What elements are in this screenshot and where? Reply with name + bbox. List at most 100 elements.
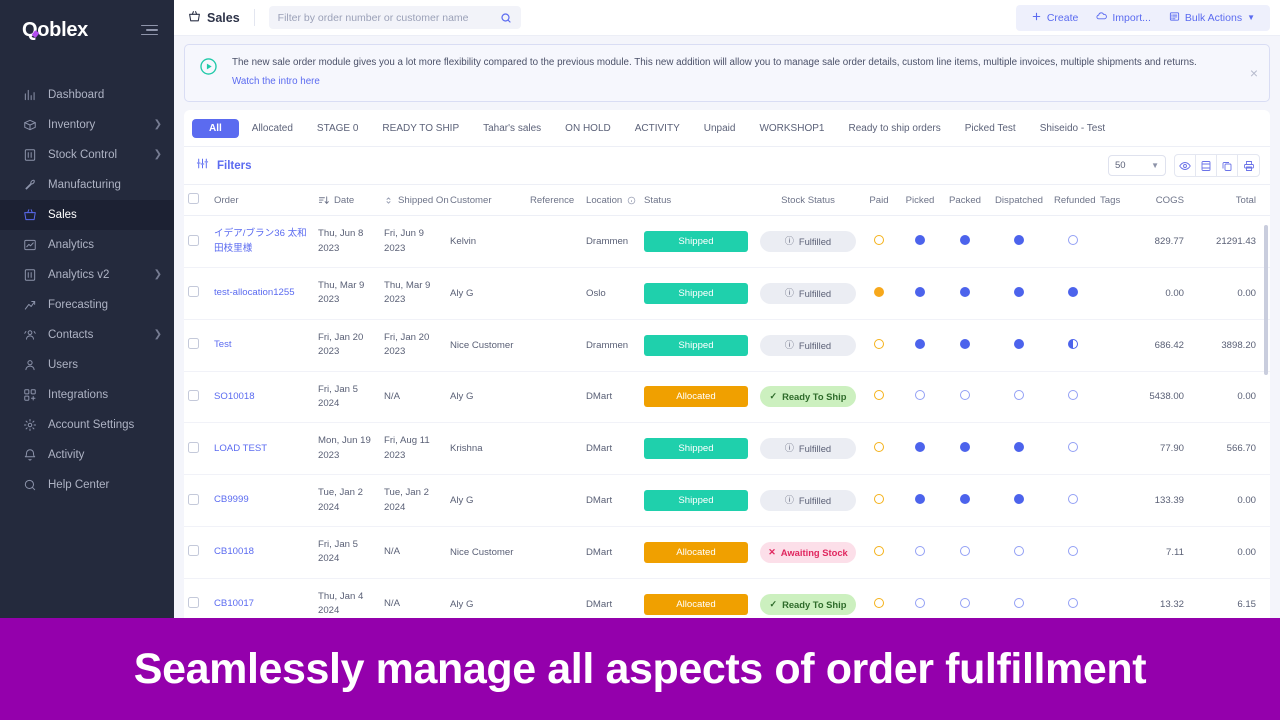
cell-order[interactable]: LOAD TEST: [210, 423, 314, 475]
import-button[interactable]: Import...: [1087, 8, 1160, 28]
tab-allocated[interactable]: Allocated: [241, 119, 304, 138]
cell-stock-status[interactable]: ⓘFulfilled: [756, 475, 860, 527]
columns-icon[interactable]: [1196, 155, 1217, 176]
copy-icon[interactable]: [1217, 155, 1238, 176]
picked-status-dot[interactable]: [915, 494, 925, 504]
cell-status[interactable]: Shipped: [640, 475, 756, 527]
packed-status-dot[interactable]: [960, 287, 970, 297]
status-badge[interactable]: Allocated: [644, 386, 748, 407]
chevron-right-icon[interactable]: ❯: [154, 150, 162, 160]
table-row[interactable]: CB10018Fri, Jan 5 2024N/ANice CustomerDM…: [184, 526, 1270, 578]
cell-packed[interactable]: [942, 423, 988, 475]
chevron-right-icon[interactable]: ❯: [154, 120, 162, 130]
header-customer[interactable]: Customer: [446, 185, 526, 216]
tab-activity[interactable]: ACTIVITY: [624, 119, 691, 138]
picked-status-dot[interactable]: [915, 442, 925, 452]
paid-status-dot[interactable]: [874, 494, 884, 504]
bulk-actions-button[interactable]: Bulk Actions ▼: [1160, 8, 1264, 28]
cell-status[interactable]: Shipped: [640, 319, 756, 371]
header-packed[interactable]: Packed: [942, 185, 988, 216]
cell-dispatched[interactable]: [988, 267, 1050, 319]
cell-packed[interactable]: [942, 371, 988, 423]
sidebar-item-contacts[interactable]: Contacts❯: [0, 320, 174, 350]
tab-workshop1[interactable]: WORKSHOP1: [748, 119, 835, 138]
order-link[interactable]: CB10017: [214, 598, 254, 609]
cell-status[interactable]: Shipped: [640, 216, 756, 268]
paid-status-dot[interactable]: [874, 442, 884, 452]
paid-status-dot[interactable]: [874, 598, 884, 608]
cell-dispatched[interactable]: [988, 475, 1050, 527]
cell-refunded[interactable]: [1050, 319, 1096, 371]
picked-status-dot[interactable]: [915, 598, 925, 608]
tab-stage-0[interactable]: STAGE 0: [306, 119, 370, 138]
refunded-status-dot[interactable]: [1068, 546, 1078, 556]
table-row[interactable]: イデア/ブラン36 太和田枝里様Thu, Jun 8 2023Fri, Jun …: [184, 216, 1270, 268]
cell-refunded[interactable]: [1050, 475, 1096, 527]
sidebar-item-activity[interactable]: Activity: [0, 440, 174, 470]
cell-paid[interactable]: [860, 371, 898, 423]
eye-icon[interactable]: [1175, 155, 1196, 176]
cell-select[interactable]: [184, 475, 210, 527]
picked-status-dot[interactable]: [915, 339, 925, 349]
sort-icon[interactable]: [384, 195, 393, 206]
cell-packed[interactable]: [942, 216, 988, 268]
refunded-status-dot[interactable]: [1068, 598, 1078, 608]
cell-paid[interactable]: [860, 526, 898, 578]
cell-picked[interactable]: [898, 475, 942, 527]
cell-status[interactable]: Shipped: [640, 423, 756, 475]
stock-status-badge[interactable]: ⓘFulfilled: [760, 490, 856, 511]
header-location[interactable]: Location: [582, 185, 640, 216]
cell-select[interactable]: [184, 526, 210, 578]
cell-paid[interactable]: [860, 475, 898, 527]
row-checkbox[interactable]: [188, 390, 199, 401]
refunded-status-dot[interactable]: [1068, 287, 1078, 297]
cell-picked[interactable]: [898, 319, 942, 371]
dispatched-status-dot[interactable]: [1014, 442, 1024, 452]
cell-paid[interactable]: [860, 216, 898, 268]
picked-status-dot[interactable]: [915, 235, 925, 245]
cell-dispatched[interactable]: [988, 371, 1050, 423]
order-link[interactable]: Test: [214, 339, 232, 350]
status-badge[interactable]: Allocated: [644, 542, 748, 563]
cell-packed[interactable]: [942, 475, 988, 527]
cell-select[interactable]: [184, 267, 210, 319]
sort-desc-icon[interactable]: [318, 195, 329, 206]
cell-refunded[interactable]: [1050, 216, 1096, 268]
header-total[interactable]: Total: [1188, 185, 1270, 216]
header-paid[interactable]: Paid: [860, 185, 898, 216]
row-checkbox[interactable]: [188, 494, 199, 505]
cell-select[interactable]: [184, 371, 210, 423]
table-row[interactable]: SO10018Fri, Jan 5 2024N/AAly GDMartAlloc…: [184, 371, 1270, 423]
paid-status-dot[interactable]: [874, 339, 884, 349]
cell-stock-status[interactable]: ✓Ready To Ship: [756, 371, 860, 423]
header-order[interactable]: Order: [210, 185, 314, 216]
packed-status-dot[interactable]: [960, 442, 970, 452]
header-picked[interactable]: Picked: [898, 185, 942, 216]
row-checkbox[interactable]: [188, 597, 199, 608]
dispatched-status-dot[interactable]: [1014, 546, 1024, 556]
header-stock-status[interactable]: Stock Status: [756, 185, 860, 216]
packed-status-dot[interactable]: [960, 235, 970, 245]
cell-picked[interactable]: [898, 267, 942, 319]
cell-order[interactable]: SO10018: [210, 371, 314, 423]
search-icon[interactable]: [500, 12, 512, 24]
refunded-status-dot[interactable]: [1068, 339, 1078, 349]
header-date[interactable]: Date: [314, 185, 380, 216]
row-checkbox[interactable]: [188, 545, 199, 556]
cell-order[interactable]: CB10018: [210, 526, 314, 578]
stock-status-badge[interactable]: ⓘFulfilled: [760, 231, 856, 252]
status-badge[interactable]: Shipped: [644, 231, 748, 252]
paid-status-dot[interactable]: [874, 390, 884, 400]
stock-status-badge[interactable]: ⓘFulfilled: [760, 438, 856, 459]
picked-status-dot[interactable]: [915, 287, 925, 297]
table-row[interactable]: LOAD TESTMon, Jun 19 2023Fri, Aug 11 202…: [184, 423, 1270, 475]
order-link[interactable]: CB10018: [214, 546, 254, 557]
sidebar-collapse-icon[interactable]: [141, 25, 158, 36]
cell-refunded[interactable]: [1050, 423, 1096, 475]
page-size-select[interactable]: 50 ▼: [1108, 155, 1166, 176]
order-link[interactable]: CB9999: [214, 494, 249, 505]
packed-status-dot[interactable]: [960, 494, 970, 504]
cell-order[interactable]: CB9999: [210, 475, 314, 527]
tab-shiseido-test[interactable]: Shiseido - Test: [1029, 119, 1116, 138]
sidebar-item-inventory[interactable]: Inventory❯: [0, 110, 174, 140]
